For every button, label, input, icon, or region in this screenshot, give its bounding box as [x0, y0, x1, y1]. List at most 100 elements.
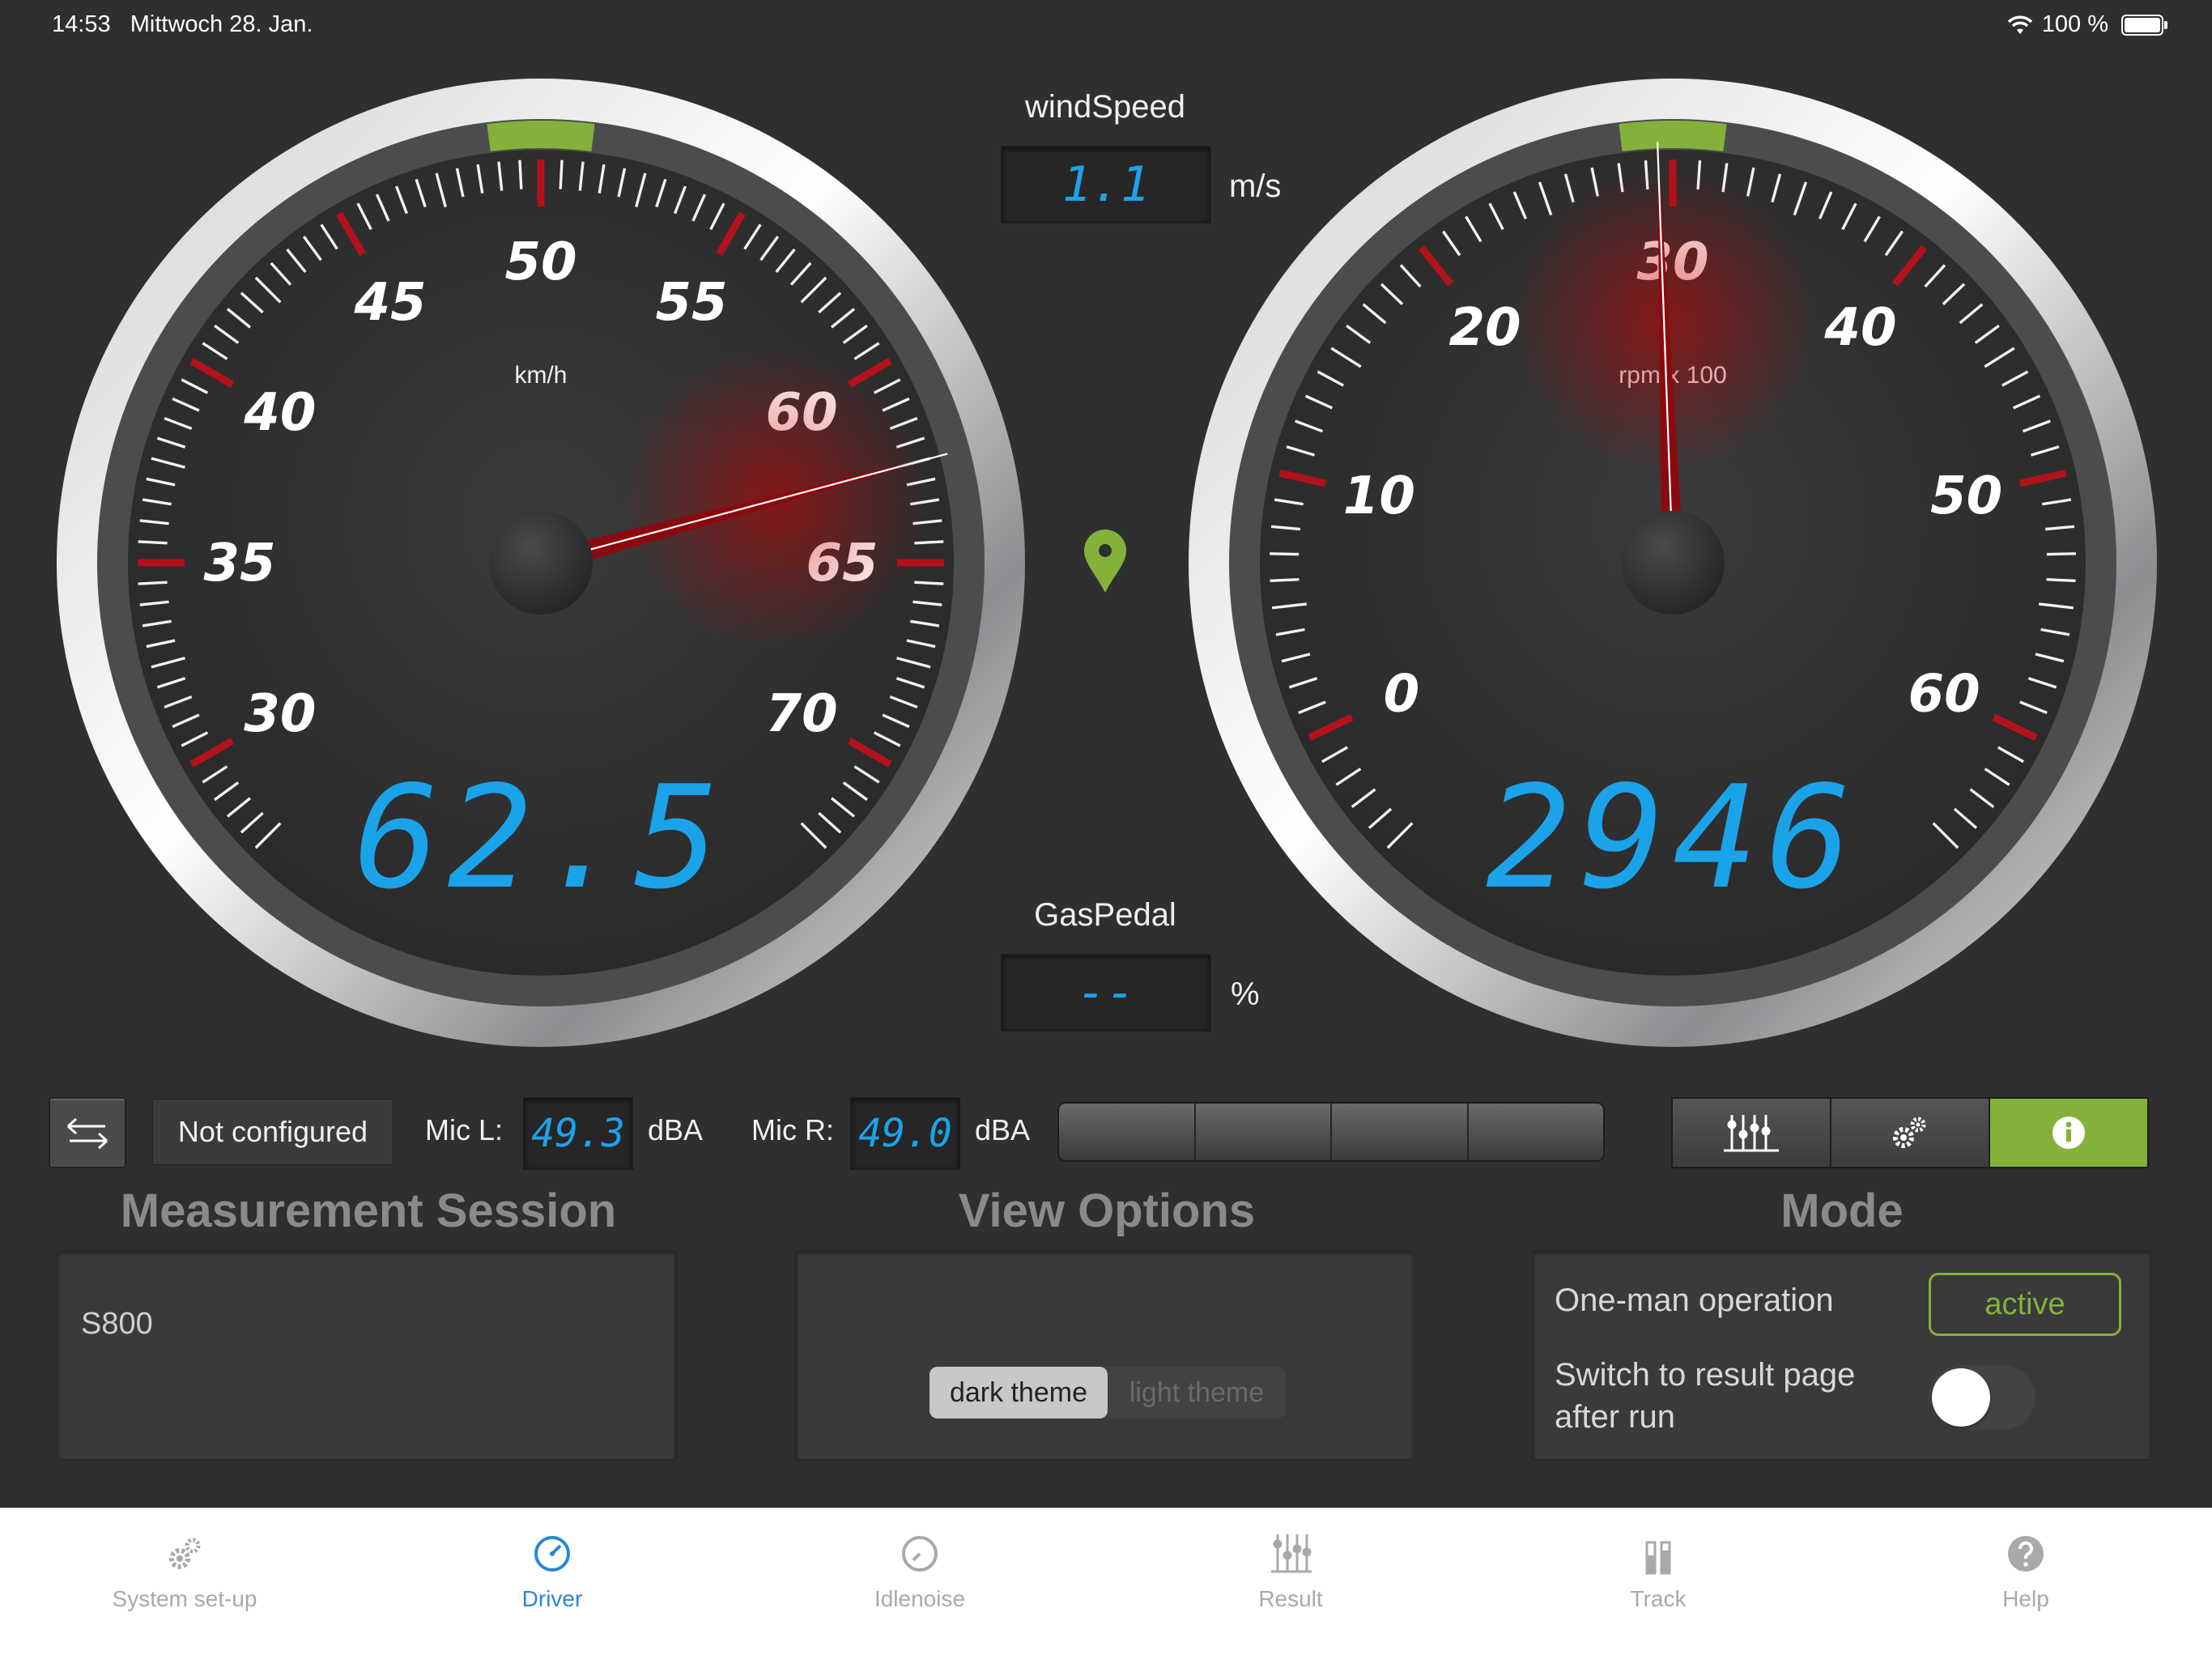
gauge-unit-label: km/h: [514, 362, 567, 389]
mode-panel: One-man operation active Switch to resul…: [1532, 1250, 2152, 1461]
tab-label: Idlenoise: [874, 1586, 966, 1611]
tab-bar: System set-up Driver Idlenoise Result Tr…: [0, 1508, 2212, 1659]
speedometer-icon: [534, 1536, 570, 1572]
gauge-tick-label: 40: [243, 383, 316, 443]
gauge-tick: [518, 160, 523, 189]
mode-title: Mode: [1780, 1185, 1904, 1237]
gauge-target-marker: [1619, 120, 1727, 151]
wifi-icon: [2007, 15, 2032, 34]
tab-track[interactable]: Track: [1496, 1508, 1820, 1659]
control-row: Not configured Mic L: 49.3 dBA Mic R: 49…: [0, 1097, 2212, 1170]
measurement-session-title: Measurement Session: [120, 1185, 617, 1237]
gas-pedal-label: GasPedal: [1034, 897, 1176, 933]
level-meter: [1057, 1102, 1605, 1162]
tab-result[interactable]: Result: [1129, 1508, 1453, 1659]
toggle-knob: [1932, 1368, 1990, 1427]
tachometer-dial: 0102030405060rpm x 1002946: [1189, 79, 2157, 1047]
mic-right-label: Mic R:: [751, 1113, 834, 1146]
gauge-tick-label: 50: [504, 232, 576, 292]
gas-pedal-unit: %: [1231, 976, 1260, 1012]
switch-result-label: Switch to result page after run: [1555, 1357, 1856, 1435]
location-pin-icon: [1084, 530, 1126, 593]
speedometer-gauge: 303540455055606570km/h62.5: [55, 77, 1027, 1049]
needle-hub: [1621, 511, 1725, 615]
gauge-tick-label: 60: [1908, 664, 1980, 724]
equalizer-icon: [1271, 1534, 1312, 1573]
gauge-tick-label: 55: [655, 273, 727, 333]
measurement-session-panel: S800: [57, 1250, 677, 1461]
light-theme-option[interactable]: light theme: [1108, 1367, 1286, 1419]
status-bar: 14:53 Mittwoch 28. Jan. 100 %: [0, 0, 2212, 49]
wind-speed-display: 1.1: [1001, 146, 1211, 223]
tab-system-setup[interactable]: System set-up: [23, 1508, 347, 1659]
level-segment: [1469, 1104, 1604, 1160]
tab-help[interactable]: Help: [1864, 1508, 2188, 1659]
status-time-date: 14:53 Mittwoch 28. Jan.: [52, 11, 313, 37]
gauge-tick: [1270, 578, 1300, 583]
view-options-panel: dark theme light theme: [795, 1250, 1415, 1461]
equalizer-button[interactable]: [1673, 1099, 1831, 1167]
gauge-tick-label: 30: [244, 684, 316, 744]
gears-icon: [1893, 1117, 1926, 1148]
gauge-digital-readout: 62.5: [354, 756, 727, 921]
dark-theme-option[interactable]: dark theme: [929, 1367, 1108, 1419]
level-segment: [1332, 1104, 1469, 1160]
track-meter-icon: [1645, 1541, 1671, 1575]
wind-speed-label: windSpeed: [1025, 89, 1185, 125]
gauge-tick: [914, 581, 944, 585]
tab-label: System set-up: [112, 1586, 257, 1611]
gears-icon: [169, 1538, 201, 1569]
equalizer-icon: [1724, 1115, 1779, 1152]
battery-percent: 100 %: [2041, 11, 2108, 37]
level-segment: [1059, 1104, 1196, 1160]
gauge-tick: [1270, 552, 1300, 556]
mic-left-unit: dBA: [648, 1113, 704, 1146]
tab-label: Driver: [521, 1586, 583, 1611]
tab-label: Result: [1258, 1586, 1323, 1611]
tachometer-gauge: 0102030405060rpm x 1002946: [1187, 77, 2159, 1049]
gauge-tick-label: 40: [1823, 298, 1896, 358]
panel-switcher: [1671, 1097, 2149, 1168]
settings-button[interactable]: [1831, 1099, 1990, 1167]
gauge-digital-readout: 2946: [1486, 756, 1859, 921]
mic-left-display: 49.3: [523, 1097, 633, 1170]
needle-hub: [489, 511, 593, 615]
gauge-tick-label: 50: [1930, 466, 2002, 526]
mic-left-label: Mic L:: [425, 1113, 504, 1146]
tab-driver[interactable]: Driver: [390, 1508, 714, 1659]
tab-label: Track: [1630, 1586, 1687, 1611]
swap-button[interactable]: [49, 1097, 126, 1168]
view-options-title: View Options: [958, 1185, 1256, 1237]
mic-right-display: 49.0: [850, 1097, 960, 1170]
gas-pedal-display: --: [1001, 954, 1211, 1032]
help-icon: [2008, 1536, 2044, 1572]
configuration-status-button[interactable]: Not configured: [152, 1099, 393, 1165]
tab-idlenoise[interactable]: Idlenoise: [758, 1508, 1082, 1659]
tab-label: Help: [2002, 1586, 2049, 1611]
info-icon: [2052, 1117, 2085, 1149]
mic-right-unit: dBA: [975, 1113, 1031, 1146]
gauge-tick: [138, 540, 168, 545]
gauge-icon: [902, 1536, 938, 1572]
gauge-tick-label: 0: [1384, 664, 1420, 724]
session-name: S800: [81, 1307, 153, 1341]
one-man-operation-label: One-man operation: [1555, 1283, 1834, 1318]
gauge-target-marker: [487, 120, 595, 151]
gauge-tick: [559, 160, 564, 189]
swap-arrows-icon: [66, 1117, 108, 1150]
gauge-tick: [138, 581, 168, 585]
switch-result-toggle[interactable]: [1929, 1365, 2035, 1430]
gauge-tick: [2046, 552, 2076, 556]
gauge-tick: [2046, 578, 2076, 583]
theme-selector: dark theme light theme: [929, 1367, 1286, 1419]
info-button[interactable]: [1990, 1099, 2147, 1167]
gauge-tick-label: 10: [1343, 466, 1415, 526]
battery-icon: [2121, 14, 2167, 36]
wind-speed-unit: m/s: [1229, 168, 1282, 204]
gauge-tick-label: 45: [353, 273, 426, 333]
gauge-tick-label: 70: [766, 684, 838, 744]
speedometer-dial: 303540455055606570km/h62.5: [57, 79, 1025, 1047]
level-segment: [1196, 1104, 1332, 1160]
one-man-operation-button[interactable]: active: [1929, 1273, 2121, 1336]
gauge-tick-label: 20: [1449, 298, 1521, 358]
